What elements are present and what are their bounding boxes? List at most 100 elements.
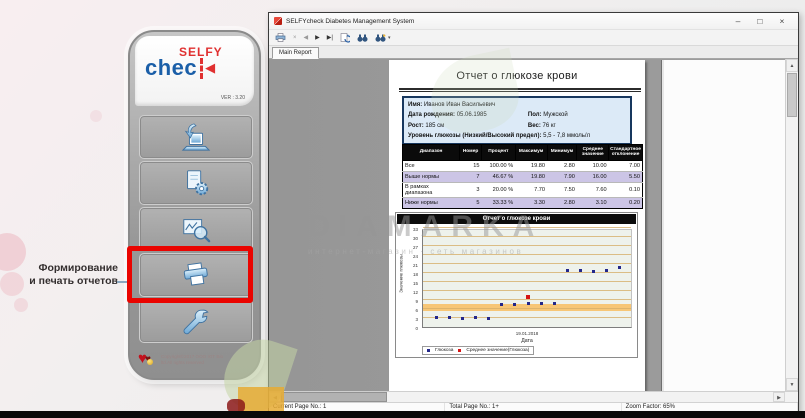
glucose-data-point (435, 316, 438, 319)
glucose-data-point (513, 303, 516, 306)
logo-check-text: chec (145, 55, 197, 81)
tab-strip: Main Report (269, 46, 798, 59)
report-settings-button[interactable] (139, 161, 253, 205)
minimize-button[interactable]: – (727, 14, 749, 29)
glucose-data-point (527, 302, 530, 305)
value-cell: 2.80 (547, 160, 577, 171)
vertical-scrollbar[interactable]: ▲ ▼ (785, 59, 798, 391)
glucose-data-point (579, 269, 582, 272)
range-cell: Выше нормы (403, 171, 460, 182)
range-cell: Все (403, 160, 460, 171)
chart-x-axis-label: Дата (422, 338, 632, 344)
chart-title: Отчет о глюкозе крови (397, 214, 636, 224)
gridline (423, 272, 631, 273)
value-cell: 16.00 (577, 171, 609, 182)
zoom-dropdown-caret[interactable]: ▾ (388, 35, 391, 41)
gridline (423, 245, 631, 246)
glucose-data-point (553, 302, 556, 305)
y-tick-label: 33 (406, 227, 418, 232)
legend-mean-swatch (458, 349, 461, 352)
table-row: В рамках диапазона320.00 %7.707.507.600.… (403, 182, 643, 197)
value-cell: 3 (460, 182, 482, 197)
glucose-range-label: Уровень глюкозы (Низкий/Высокий предел): (408, 133, 541, 139)
glucose-data-point (618, 266, 621, 269)
legend-mean-label: Среднее значение(Глюкоза) (466, 348, 529, 353)
tools-button[interactable] (139, 299, 253, 343)
value-cell: 20.00 % (482, 182, 516, 197)
gridline (423, 236, 631, 237)
chart-legend: Глюкоза Среднее значение(Глюкоза) (422, 346, 534, 355)
glucose-stats-table: ДиапазонНомерПроцентМаксимумМинимумСредн… (402, 144, 643, 209)
search-expert-icon[interactable] (375, 34, 386, 42)
next-page-edge (661, 60, 785, 391)
value-cell: 7.70 (515, 182, 547, 197)
legend-glucose-label: Глюкоза (435, 348, 453, 353)
chart-yticks: 03691215182124273033 (406, 229, 420, 328)
print-icon[interactable] (275, 33, 286, 42)
gridline (423, 254, 631, 255)
heart-logo-icon: ♥♥ (138, 352, 158, 368)
glucose-range-value: 5,5 - 7,8 ммоль/л (543, 133, 590, 139)
value-cell: 3.30 (515, 197, 547, 208)
column-header: Минимум (547, 145, 577, 161)
last-page-icon[interactable]: ▶| (327, 34, 333, 41)
patient-sex-label: Пол: (528, 112, 542, 118)
next-page-icon[interactable]: ▶ (315, 34, 320, 41)
y-tick-label: 18 (406, 272, 418, 277)
viewer-toolbar: × ◀ ▶ ▶| ▾ (269, 30, 798, 46)
glucose-data-point (487, 317, 490, 320)
value-cell: 7.00 (609, 160, 643, 171)
y-tick-label: 3 (406, 317, 418, 322)
export-refresh-icon[interactable] (340, 33, 350, 43)
sidebar-button-column (139, 115, 253, 345)
table-row: Ниже нормы533.33 %3.302.803.100.20 (403, 197, 643, 208)
glucose-data-point (540, 302, 543, 305)
screenshot-stage: SELFY chec ◀ VER : 3.20 (0, 0, 805, 418)
patient-weight-label: Вес: (528, 123, 541, 129)
gridline (423, 281, 631, 282)
patient-height-label: Рост: (408, 123, 424, 129)
find-binoculars-icon[interactable] (357, 34, 368, 42)
column-header: Максимум (515, 145, 547, 161)
glucose-data-point (461, 317, 464, 320)
decor-pink-dot (14, 298, 28, 312)
data-review-button[interactable] (139, 207, 253, 251)
horizontal-scroll-thumb[interactable] (281, 392, 387, 402)
mean-data-point (526, 295, 530, 299)
value-cell: 19.80 (515, 171, 547, 182)
glucose-data-point (500, 303, 503, 306)
maximize-button[interactable]: □ (749, 14, 771, 29)
gridline (423, 317, 631, 318)
app-version: VER : 3.20 (221, 95, 245, 101)
data-download-button[interactable] (139, 115, 253, 159)
close-button[interactable]: × (771, 14, 793, 29)
value-cell: 2.80 (547, 197, 577, 208)
scroll-right-arrow[interactable]: ▶ (773, 392, 785, 402)
value-cell: 19.80 (515, 160, 547, 171)
glucose-data-point (474, 316, 477, 319)
glucose-data-point (566, 269, 569, 272)
value-cell: 7.50 (547, 182, 577, 197)
column-header: Стандартное отклонение (609, 145, 643, 161)
y-tick-label: 9 (406, 299, 418, 304)
tab-main-report[interactable]: Main Report (272, 47, 319, 59)
glucose-data-point (448, 316, 451, 319)
prev-page-icon[interactable]: ◀ (304, 34, 309, 41)
selfycheck-app-panel: SELFY chec ◀ VER : 3.20 (128, 30, 261, 380)
y-tick-label: 6 (406, 308, 418, 313)
column-header: Среднее значение (577, 145, 609, 161)
scroll-down-arrow[interactable]: ▼ (786, 378, 798, 391)
value-cell: 7.60 (577, 182, 609, 197)
table-row: Все15100.00 %19.802.8010.007.00 (403, 160, 643, 171)
horizontal-scrollbar[interactable]: ◀ ▶ (269, 391, 798, 402)
value-cell: 46.67 % (482, 171, 516, 182)
window-title: SELFYcheck Diabetes Management System (286, 18, 727, 25)
close-view-icon[interactable]: × (293, 35, 297, 41)
y-tick-label: 21 (406, 263, 418, 268)
vertical-scroll-thumb[interactable] (787, 73, 797, 117)
chart-y-axis-label: Значение глюкозы (399, 252, 404, 296)
glucose-chart: Отчет о глюкозе крови Значение глюкозы 0… (395, 212, 638, 358)
logo-arrow-icon: ◀ (205, 60, 215, 76)
data-download-icon (179, 122, 213, 152)
scroll-up-arrow[interactable]: ▲ (786, 59, 798, 72)
